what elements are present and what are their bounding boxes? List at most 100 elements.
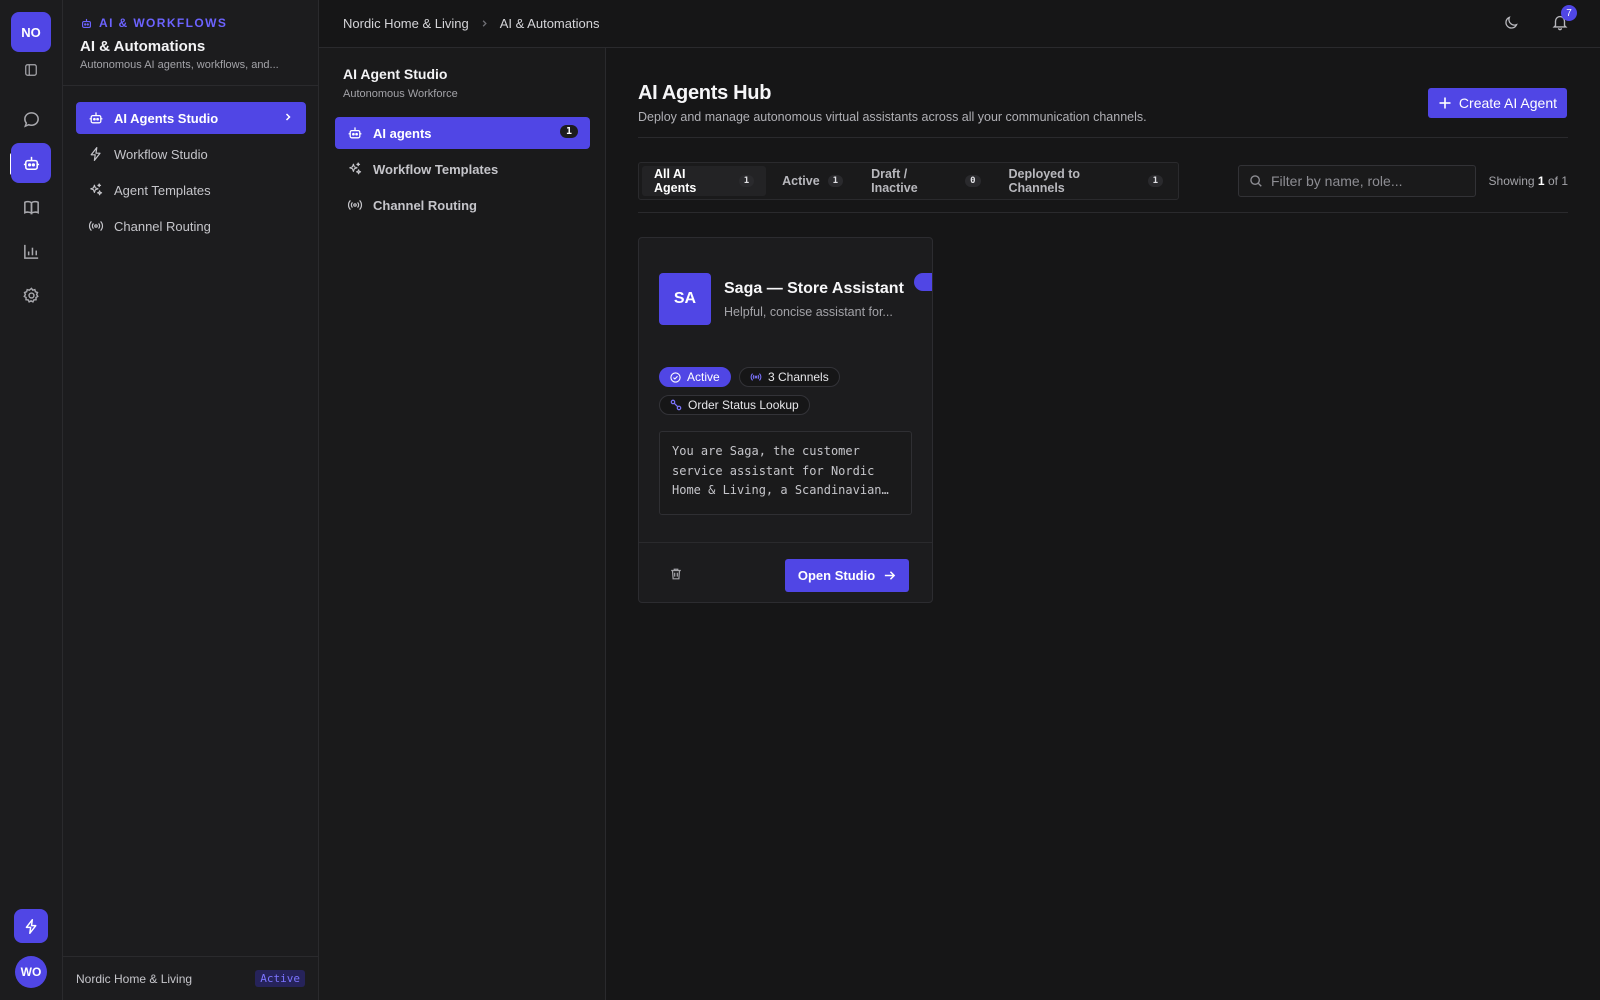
count-badge: 1 <box>1147 175 1163 187</box>
broadcast-icon <box>89 221 103 231</box>
status-label: Active <box>687 370 720 384</box>
chevron-right-icon <box>285 113 291 121</box>
robot-icon <box>89 112 103 124</box>
tab-active[interactable]: Active 1 <box>770 166 855 196</box>
workspace-status-badge: Active <box>255 970 305 987</box>
main-content: AI Agents Hub Deploy and manage autonomo… <box>606 48 1600 1000</box>
section-sidebar: AI & WORKFLOWS AI & Automations Autonomo… <box>63 0 319 1000</box>
create-ai-agent-button[interactable]: Create AI Agent <box>1427 88 1567 118</box>
gear-icon[interactable] <box>11 275 51 315</box>
filter-tabs: All AI Agents 1 Active 1 Draft / Inactiv… <box>638 162 1179 200</box>
robot-icon <box>82 18 91 28</box>
sidebar-item-ai-agents-studio[interactable]: AI Agents Studio <box>76 102 306 134</box>
sidebar-item-label: Channel Routing <box>114 218 211 234</box>
system-prompt-text: You are Saga, the customer service assis… <box>672 444 882 497</box>
breadcrumb: Nordic Home & Living AI & Automations <box>343 16 599 31</box>
tab-label: Deployed to Channels <box>1008 167 1081 195</box>
agent-name: Saga — Store Assistant <box>724 280 904 297</box>
section-eyebrow: AI & WORKFLOWS <box>80 16 227 30</box>
page-title: AI Agents Hub <box>638 82 772 104</box>
sidebar-item-workflow-studio[interactable]: Workflow Studio <box>76 138 306 170</box>
system-prompt-preview: You are Saga, the customer service assis… <box>659 431 912 515</box>
book-icon[interactable] <box>11 187 51 227</box>
check-circle-icon <box>670 371 681 383</box>
top-bar: Nordic Home & Living AI & Automations 7 <box>319 0 1600 48</box>
count-badge: 1 <box>827 175 844 187</box>
agent-initials: SA <box>673 290 697 307</box>
sidebar-toggle-icon[interactable] <box>21 60 41 80</box>
chevron-right-icon <box>482 20 487 27</box>
studio-item-label: AI agents <box>373 125 432 141</box>
breadcrumb-item[interactable]: Nordic Home & Living <box>343 16 469 31</box>
showing-prefix: Showing <box>1488 174 1535 188</box>
divider <box>638 137 1568 138</box>
tab-label: All AI Agents <box>654 167 697 195</box>
broadcast-icon <box>750 373 762 381</box>
bar-chart-icon[interactable] <box>11 231 51 271</box>
icon-rail: NO WO <box>0 0 63 1000</box>
user-initials: WO <box>20 965 42 979</box>
notification-count-badge: 7 <box>1561 5 1577 21</box>
sparkles-icon <box>90 183 103 196</box>
sidebar-item-label: AI Agents Studio <box>114 110 219 126</box>
create-label: Create AI Agent <box>1458 95 1557 111</box>
broadcast-icon <box>348 200 362 210</box>
search-input[interactable]: Filter by name, role... <box>1238 165 1476 197</box>
results-count: Showing 1 of 1 <box>1489 174 1568 188</box>
workspace-name: Nordic Home & Living <box>76 971 193 986</box>
user-avatar[interactable]: WO <box>15 956 47 988</box>
tab-label: Active <box>782 174 820 188</box>
agent-card[interactable]: SA Saga — Store Assistant Helpful, conci… <box>638 237 933 603</box>
agent-avatar: SA <box>659 273 711 325</box>
sidebar-item-label: Agent Templates <box>114 182 211 198</box>
tab-draft-inactive[interactable]: Draft / Inactive 0 <box>859 166 992 196</box>
channels-label: 3 Channels <box>768 370 829 384</box>
sidebar-item-channel-routing[interactable]: Channel Routing <box>76 210 306 242</box>
bolt-icon <box>90 147 101 161</box>
tool-badge: Order Status Lookup <box>659 395 810 415</box>
bolt-icon[interactable] <box>14 909 48 943</box>
trash-icon[interactable] <box>669 567 683 586</box>
studio-item-label: Workflow Templates <box>373 161 499 177</box>
agent-enabled-toggle[interactable] <box>914 273 932 291</box>
search-placeholder: Filter by name, role... <box>1271 173 1403 189</box>
showing-current: 1 <box>1537 174 1545 188</box>
notifications-button[interactable]: 7 <box>1551 5 1577 36</box>
section-title: AI & Automations <box>80 38 206 55</box>
count-badge: 1 <box>559 125 578 138</box>
channels-badge: 3 Channels <box>739 367 840 387</box>
org-initials: NO <box>21 24 41 40</box>
plus-icon <box>1439 97 1451 109</box>
card-footer: Open Studio <box>639 542 932 602</box>
tool-label: Order Status Lookup <box>688 398 799 412</box>
link-icon <box>670 399 682 411</box>
breadcrumb-item[interactable]: AI & Automations <box>500 16 600 31</box>
open-studio-label: Open Studio <box>797 568 876 583</box>
showing-total: 1 <box>1561 174 1568 188</box>
search-icon <box>1250 175 1262 187</box>
tab-deployed-to-channels[interactable]: Deployed to Channels 1 <box>997 166 1175 196</box>
tab-all-ai-agents[interactable]: All AI Agents 1 <box>642 166 767 196</box>
chat-icon[interactable] <box>11 99 51 139</box>
studio-subtitle: Autonomous Workforce <box>343 88 458 100</box>
divider <box>63 85 318 86</box>
status-badge: Active <box>659 367 731 387</box>
showing-sep: of <box>1547 174 1558 188</box>
workspace-footer[interactable]: Nordic Home & Living Active <box>63 956 318 1000</box>
eyebrow-label: AI & WORKFLOWS <box>99 16 228 30</box>
studio-item-workflow-templates[interactable]: Workflow Templates <box>335 153 590 185</box>
org-switcher[interactable]: NO <box>11 12 51 52</box>
studio-title: AI Agent Studio <box>343 66 448 82</box>
studio-item-channel-routing[interactable]: Channel Routing <box>335 189 590 221</box>
robot-icon[interactable] <box>11 143 51 183</box>
agent-role: Helpful, concise assistant for... <box>724 305 893 319</box>
studio-item-ai-agents[interactable]: AI agents 1 <box>335 117 590 149</box>
open-studio-button[interactable]: Open Studio <box>785 559 909 592</box>
tab-label: Draft / Inactive <box>871 167 918 195</box>
moon-icon[interactable] <box>1503 14 1520 36</box>
page-description: Deploy and manage autonomous virtual ass… <box>638 110 1147 124</box>
robot-icon <box>348 127 362 139</box>
sparkles-icon <box>349 162 362 175</box>
sidebar-item-agent-templates[interactable]: Agent Templates <box>76 174 306 206</box>
sidebar-item-label: Workflow Studio <box>114 146 208 162</box>
